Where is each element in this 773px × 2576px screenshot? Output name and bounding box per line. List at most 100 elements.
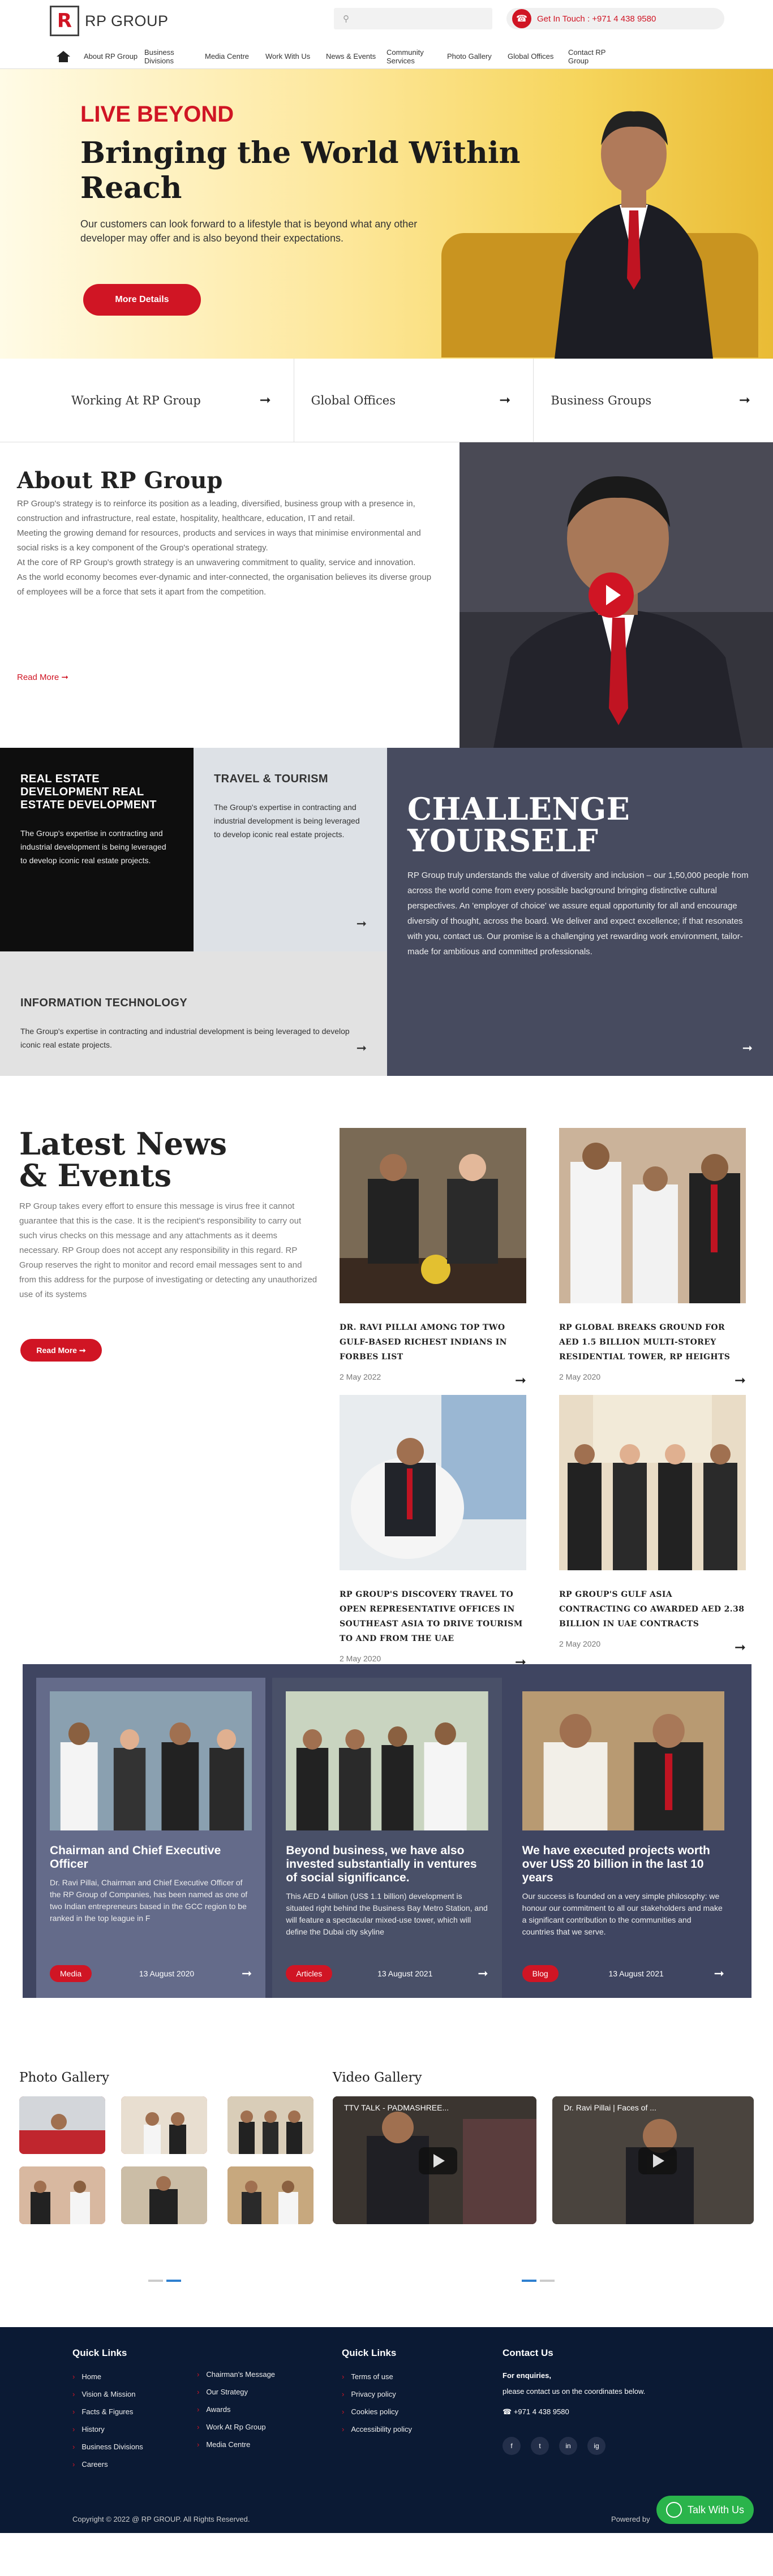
top-bar: R RP GROUP ⚲ ☎ Get In Touch : +971 4 438… [0, 0, 773, 44]
video-play-icon[interactable] [638, 2147, 677, 2174]
arrow-right-icon[interactable]: ➞ [742, 1041, 753, 1056]
footer-link[interactable]: Cookies policy [342, 2403, 412, 2420]
photo-thumb[interactable] [227, 2166, 314, 2224]
nav-item-media-centre[interactable]: Media Centre [205, 52, 265, 61]
arrow-right-icon[interactable]: ➞ [515, 1372, 526, 1389]
news-card-date: 2 May 2020 [559, 1372, 601, 1381]
footer-contact: Contact Us For enquiries, please contact… [503, 2347, 645, 2455]
arrow-right-icon[interactable]: ➞ [714, 1966, 724, 1981]
footer-link[interactable]: Accessibility policy [342, 2420, 412, 2438]
ql-working-at[interactable]: Working At RP Group ➞ [0, 359, 294, 442]
arrow-right-icon: ➞ [259, 393, 271, 408]
tile-information-technology[interactable]: INFORMATION TECHNOLOGY The Group's exper… [0, 951, 387, 1076]
footer-link[interactable]: Business Divisions [72, 2438, 143, 2456]
news-read-more-button[interactable]: Read More ➞ [20, 1339, 102, 1362]
arrow-right-icon[interactable]: ➞ [735, 1372, 746, 1389]
about-read-more-link[interactable]: Read More ➞ [17, 672, 68, 682]
hero-banner: LIVE BEYOND Bringing the World Within Re… [0, 69, 773, 359]
video-carousel-dots[interactable] [522, 2280, 558, 2282]
photo-thumb[interactable] [227, 2096, 314, 2154]
about-title: About RP Group [17, 467, 223, 494]
news-card-title: DR. RAVI PILLAI AMONG TOP TWO GULF-BASED… [340, 1323, 507, 1362]
search-input[interactable]: ⚲ [334, 8, 492, 29]
footer-link[interactable]: Terms of use [342, 2368, 412, 2385]
photo-thumb[interactable] [121, 2166, 207, 2224]
arrow-right-icon[interactable]: ➞ [242, 1966, 252, 1981]
photo-thumb[interactable] [19, 2166, 105, 2224]
business-tiles: REAL ESTATE DEVELOPMENT REAL ESTATE DEVE… [0, 748, 773, 1076]
about-video[interactable] [459, 442, 773, 748]
feature-date: 13 August 2021 [377, 1969, 433, 1978]
facebook-icon[interactable]: f [503, 2437, 521, 2455]
news-card-title: RP GLOBAL BREAKS GROUND FOR AED 1.5 BILL… [559, 1323, 731, 1362]
photo-thumb[interactable] [19, 2096, 105, 2154]
whatsapp-button[interactable]: Talk With Us [656, 2496, 754, 2524]
footer-link[interactable]: Media Centre [197, 2436, 275, 2453]
logo[interactable]: R RP GROUP [50, 6, 169, 36]
tile-challenge-yourself[interactable]: CHALLENGE YOURSELF RP Group truly unders… [387, 748, 773, 1076]
ql-global-offices[interactable]: Global Offices ➞ [294, 359, 534, 442]
ql-business-groups[interactable]: Business Groups ➞ [534, 359, 773, 442]
arrow-right-icon[interactable]: ➞ [357, 1041, 367, 1056]
feature-title: Beyond business, we have also invested s… [286, 1844, 477, 1884]
feature-card[interactable]: Beyond business, we have also invested s… [272, 1678, 502, 1998]
phone-icon: ☎ [512, 9, 531, 28]
arrow-right-icon[interactable]: ➞ [478, 1966, 488, 1981]
nav-item-business-divisions[interactable]: Business Divisions [144, 48, 205, 65]
nav-item-contact[interactable]: Contact RP Group [568, 48, 629, 65]
news-card[interactable]: RP GROUP'S DISCOVERY TRAVEL TO OPEN REPR… [340, 1395, 526, 1670]
tag-media[interactable]: Media [50, 1965, 92, 1982]
instagram-icon[interactable]: ig [587, 2437, 605, 2455]
nav-item-community[interactable]: Community Services [386, 48, 447, 65]
hero-title: Bringing the World Within Reach [80, 136, 521, 205]
arrow-right-icon[interactable]: ➞ [735, 1639, 746, 1656]
footer-link[interactable]: Facts & Figures [72, 2403, 143, 2420]
play-button-icon[interactable] [589, 572, 634, 618]
feature-text: Our success is founded on a very simple … [522, 1892, 723, 1936]
footer-link[interactable]: Vision & Mission [72, 2385, 143, 2403]
feature-image [50, 1691, 252, 1830]
footer-link[interactable]: Home [72, 2368, 143, 2385]
tag-articles[interactable]: Articles [286, 1965, 333, 1982]
photo-thumb[interactable] [121, 2096, 207, 2154]
news-card[interactable]: RP GLOBAL BREAKS GROUND FOR AED 1.5 BILL… [559, 1128, 746, 1389]
arrow-right-icon[interactable]: ➞ [357, 916, 367, 931]
tag-blog[interactable]: Blog [522, 1965, 559, 1982]
video-thumb[interactable]: TTV TALK - PADMASHREE... [333, 2096, 536, 2224]
feature-card[interactable]: Chairman and Chief Executive Officer Dr.… [36, 1678, 266, 1998]
photo-carousel-dots[interactable] [148, 2280, 184, 2282]
nav-item-photo-gallery[interactable]: Photo Gallery [447, 52, 508, 61]
twitter-icon[interactable]: t [531, 2437, 549, 2455]
home-icon[interactable] [57, 50, 70, 62]
more-details-button[interactable]: More Details [83, 284, 201, 316]
nav-item-about[interactable]: About RP Group [84, 52, 144, 61]
quick-links-row: Working At RP Group ➞ Global Offices ➞ Bus… [0, 359, 773, 442]
footer-phone[interactable]: +971 4 438 9580 [514, 2407, 569, 2416]
get-in-touch-button[interactable]: ☎ Get In Touch : +971 4 438 9580 [506, 8, 724, 29]
footer-link[interactable]: Our Strategy [197, 2383, 275, 2401]
nav-item-work-with-us[interactable]: Work With Us [265, 52, 326, 61]
nav-item-global-offices[interactable]: Global Offices [508, 52, 568, 61]
tile-real-estate[interactable]: REAL ESTATE DEVELOPMENT REAL ESTATE DEVE… [0, 748, 194, 951]
video-play-icon[interactable] [419, 2147, 457, 2174]
video-thumb[interactable]: Dr. Ravi Pillai | Faces of ... [552, 2096, 754, 2224]
nav-item-news-events[interactable]: News & Events [326, 52, 386, 61]
tile-travel-tourism[interactable]: TRAVEL & TOURISM The Group's expertise i… [194, 748, 387, 951]
footer-policy-links: Quick Links Terms of use Privacy policy … [342, 2347, 412, 2438]
search-icon: ⚲ [343, 14, 349, 24]
main-nav: About RP Group Business Divisions Media … [0, 44, 773, 69]
footer-link[interactable]: Work At Rp Group [197, 2418, 275, 2436]
feature-card[interactable]: We have executed projects worth over US$… [508, 1678, 738, 1998]
news-card-date: 2 May 2020 [559, 1639, 601, 1648]
news-card[interactable]: RP GROUP'S GULF ASIA CONTRACTING CO AWAR… [559, 1395, 746, 1656]
news-image [559, 1395, 746, 1570]
footer-link[interactable]: Awards [197, 2401, 275, 2418]
footer-link[interactable]: Careers [72, 2456, 143, 2473]
footer-link[interactable]: Privacy policy [342, 2385, 412, 2403]
news-card[interactable]: DR. RAVI PILLAI AMONG TOP TWO GULF-BASED… [340, 1128, 526, 1389]
footer-link[interactable]: Chairman's Message [197, 2366, 275, 2383]
footer-link[interactable]: History [72, 2420, 143, 2438]
linkedin-icon[interactable]: in [559, 2437, 577, 2455]
hero-person-image [555, 111, 713, 359]
whatsapp-icon [665, 2502, 682, 2518]
